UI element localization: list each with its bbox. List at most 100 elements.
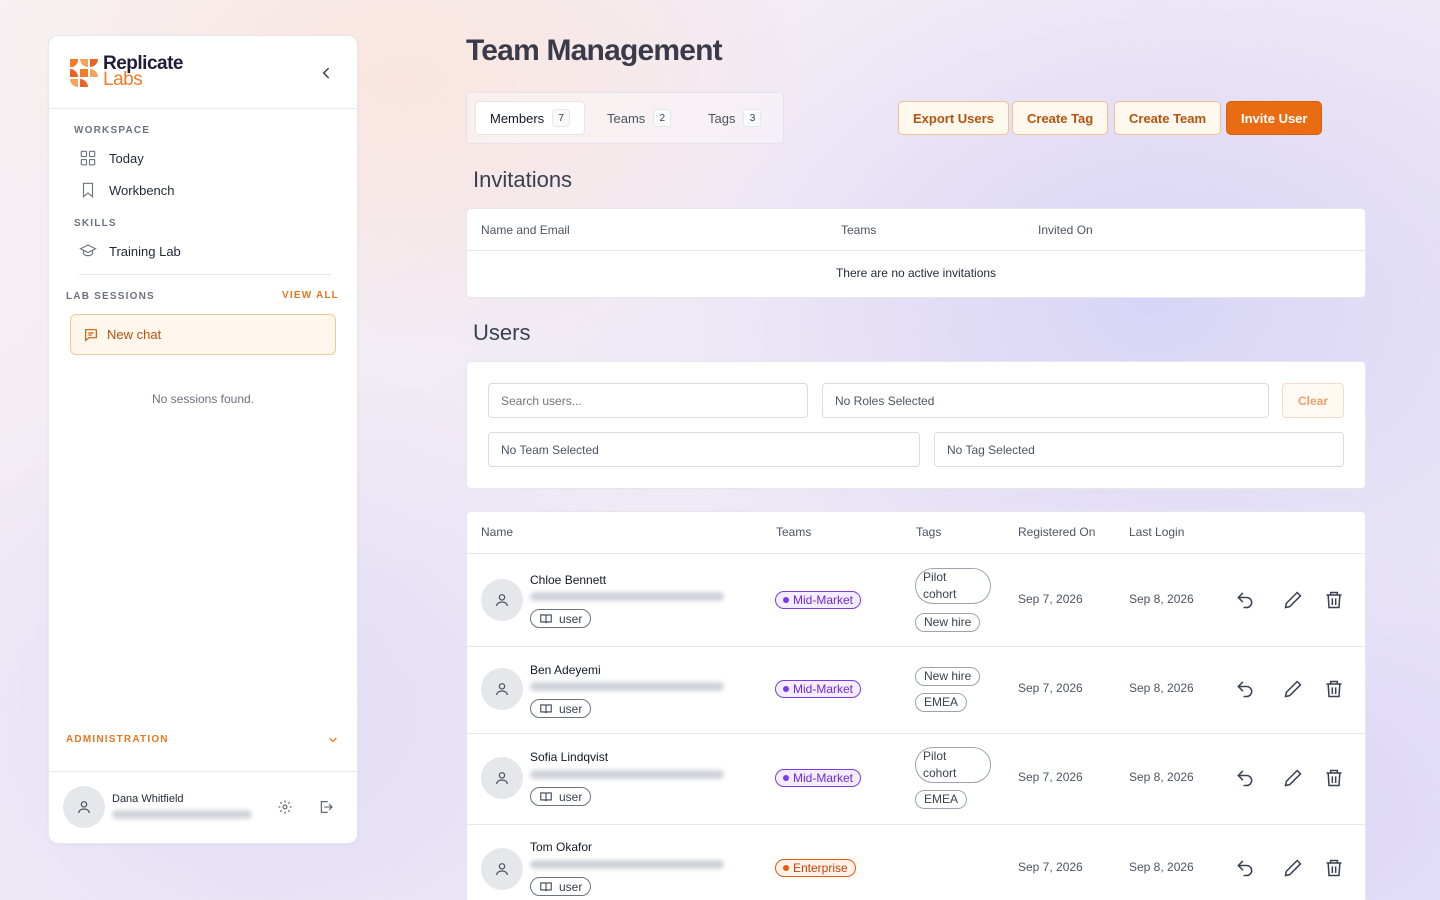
- view-all-link[interactable]: VIEW ALL: [282, 290, 339, 301]
- nav-item-today-label: Today: [109, 150, 144, 166]
- current-user-email-redacted: [112, 810, 252, 819]
- tab-teams-count: 2: [653, 109, 672, 127]
- team-badge: Mid-Market: [775, 680, 862, 698]
- trash-icon[interactable]: [1324, 590, 1344, 610]
- column-header-name: Name: [481, 525, 514, 539]
- invite-user-button[interactable]: Invite User: [1226, 101, 1323, 135]
- undo-icon[interactable]: [1235, 679, 1255, 699]
- create-tag-button[interactable]: Create Tag: [1012, 101, 1109, 135]
- team-select[interactable]: No Team Selected: [488, 432, 920, 467]
- team-badge: Mid-Market: [775, 591, 862, 609]
- tag-badge: EMEA: [915, 693, 968, 712]
- role-badge: user: [530, 877, 592, 896]
- gear-icon[interactable]: [277, 799, 293, 815]
- user-icon: [496, 594, 508, 607]
- nav-item-training-lab[interactable]: Training Lab: [79, 242, 181, 260]
- last-login: Sep 8, 2026: [1129, 860, 1194, 874]
- trash-icon[interactable]: [1324, 858, 1344, 878]
- invitations-table: Name and Email Teams Invited On There ar…: [466, 208, 1366, 298]
- tab-members[interactable]: Members 7: [475, 101, 586, 135]
- nav-item-workbench[interactable]: Workbench: [79, 181, 175, 199]
- brand-logo[interactable]: Replicate Labs: [69, 54, 183, 89]
- user-icon: [78, 801, 90, 814]
- role-label: user: [559, 611, 583, 626]
- logout-icon[interactable]: [318, 799, 334, 815]
- user-name: Tom Okafor: [530, 840, 593, 854]
- pencil-icon[interactable]: [1283, 679, 1303, 699]
- role-label: user: [559, 879, 583, 894]
- tab-teams[interactable]: Teams 2: [593, 101, 685, 135]
- table-row: Tom Okafor user Enterprise Sep 7, 2026 S…: [467, 825, 1365, 900]
- search-users-input[interactable]: [488, 383, 808, 418]
- team-label: Enterprise: [793, 861, 848, 875]
- team-dot: [783, 686, 789, 692]
- team-dot: [783, 597, 789, 603]
- lab-sessions-label: LAB SESSIONS: [66, 291, 155, 302]
- current-user-name: Dana Whitfield: [112, 793, 184, 805]
- administration-section-toggle[interactable]: ADMINISTRATION: [66, 734, 169, 745]
- tab-bar: Members 7 Teams 2 Tags 3: [466, 92, 784, 144]
- undo-icon[interactable]: [1235, 858, 1255, 878]
- nav-item-today[interactable]: Today: [79, 149, 144, 167]
- tag-badge: EMEA: [915, 790, 968, 809]
- trash-icon[interactable]: [1324, 679, 1344, 699]
- undo-icon[interactable]: [1235, 768, 1255, 788]
- collapse-sidebar-chevron-left-icon[interactable]: [317, 64, 335, 82]
- user-name: Sofia Lindqvist: [530, 750, 609, 764]
- user-email-redacted: [530, 592, 724, 601]
- registered-on: Sep 7, 2026: [1018, 592, 1083, 606]
- skills-section-label: SKILLS: [74, 218, 117, 229]
- user-email-redacted: [530, 860, 724, 869]
- book-icon: [540, 791, 552, 801]
- bookmark-icon: [82, 182, 94, 198]
- grid-icon: [80, 150, 96, 166]
- create-team-button[interactable]: Create Team: [1114, 101, 1222, 135]
- pencil-icon[interactable]: [1283, 590, 1303, 610]
- user-filters-panel: No Roles Selected Clear No Team Selected…: [466, 361, 1366, 489]
- trash-icon[interactable]: [1324, 768, 1344, 788]
- role-badge: user: [530, 787, 592, 806]
- undo-icon[interactable]: [1235, 590, 1255, 610]
- pencil-icon[interactable]: [1283, 768, 1303, 788]
- chat-bubble-icon: [85, 328, 97, 342]
- tag-badge: New hire: [915, 667, 981, 686]
- new-chat-label: New chat: [107, 327, 162, 342]
- pencil-icon[interactable]: [1283, 858, 1303, 878]
- chevron-down-icon[interactable]: [327, 734, 339, 746]
- clear-filters-button[interactable]: Clear: [1282, 383, 1344, 418]
- team-dot: [783, 775, 789, 781]
- book-icon: [540, 881, 552, 891]
- user-icon: [496, 683, 508, 696]
- table-row: Sofia Lindqvist user Mid-Market Pilot co…: [467, 734, 1365, 824]
- roles-select[interactable]: No Roles Selected: [822, 383, 1269, 418]
- table-row: Ben Adeyemi user Mid-Market New hire EME…: [467, 647, 1365, 733]
- logo-mark-icon: [70, 59, 98, 87]
- tab-members-label: Members: [490, 110, 545, 126]
- last-login: Sep 8, 2026: [1129, 681, 1194, 695]
- workspace-section-label: WORKSPACE: [74, 125, 151, 136]
- role-label: user: [559, 701, 583, 716]
- avatar[interactable]: [63, 786, 105, 828]
- user-icon: [496, 863, 508, 876]
- team-label: Mid-Market: [793, 593, 854, 607]
- team-badge: Mid-Market: [775, 769, 862, 787]
- users-table: Name Teams Tags Registered On Last Login…: [466, 511, 1366, 900]
- registered-on: Sep 7, 2026: [1018, 681, 1083, 695]
- user-email-redacted: [530, 682, 724, 691]
- team-dot: [783, 865, 789, 871]
- tag-select[interactable]: No Tag Selected: [934, 432, 1344, 467]
- tag-badge: New hire: [915, 613, 981, 632]
- book-icon: [540, 703, 552, 713]
- tab-tags[interactable]: Tags 3: [694, 101, 775, 135]
- export-users-button[interactable]: Export Users: [898, 101, 1009, 135]
- new-chat-button[interactable]: New chat: [70, 314, 336, 355]
- table-row: Chloe Bennett user Mid-Market Pilot coho…: [467, 554, 1365, 646]
- table-divider: [467, 250, 1365, 251]
- tag-badge: Pilot cohort: [915, 747, 991, 783]
- last-login: Sep 8, 2026: [1129, 592, 1194, 606]
- sidebar-user-footer: Dana Whitfield: [49, 771, 357, 843]
- user-email-redacted: [530, 770, 724, 779]
- tab-members-count: 7: [552, 109, 571, 127]
- column-header-teams: Teams: [776, 525, 812, 539]
- tab-tags-label: Tags: [708, 110, 736, 126]
